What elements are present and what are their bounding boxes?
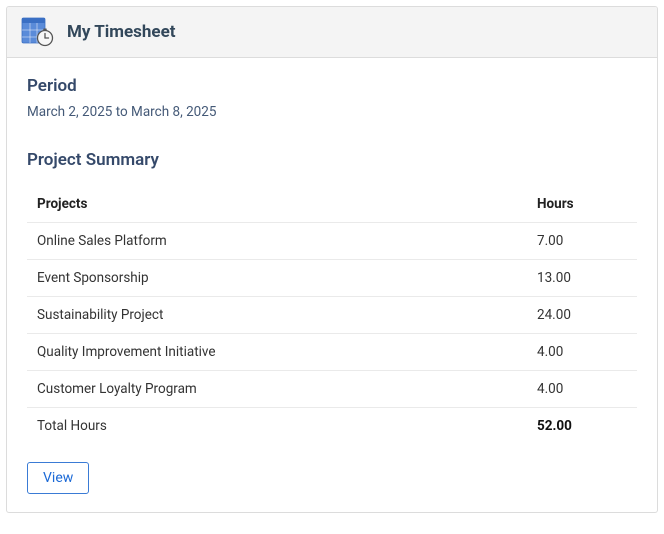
hours-cell: 4.00 bbox=[527, 334, 637, 371]
project-summary-table: Projects Hours Online Sales Platform7.00… bbox=[27, 188, 637, 444]
project-cell: Quality Improvement Initiative bbox=[27, 334, 527, 371]
table-header-row: Projects Hours bbox=[27, 188, 637, 223]
hours-cell: 24.00 bbox=[527, 297, 637, 334]
hours-cell: 4.00 bbox=[527, 371, 637, 408]
total-row: Total Hours52.00 bbox=[27, 408, 637, 445]
project-cell: Event Sponsorship bbox=[27, 260, 527, 297]
hours-cell: 13.00 bbox=[527, 260, 637, 297]
timesheet-card: My Timesheet Period March 2, 2025 to Mar… bbox=[6, 6, 658, 513]
view-button[interactable]: View bbox=[27, 462, 89, 494]
project-cell: Sustainability Project bbox=[27, 297, 527, 334]
period-value: March 2, 2025 to March 8, 2025 bbox=[27, 104, 637, 120]
hours-cell: 7.00 bbox=[527, 223, 637, 260]
project-cell: Customer Loyalty Program bbox=[27, 371, 527, 408]
project-cell: Online Sales Platform bbox=[27, 223, 527, 260]
table-row: Sustainability Project24.00 bbox=[27, 297, 637, 334]
table-row: Quality Improvement Initiative4.00 bbox=[27, 334, 637, 371]
total-hours: 52.00 bbox=[527, 408, 637, 445]
column-hours: Hours bbox=[527, 188, 637, 223]
total-label: Total Hours bbox=[27, 408, 527, 445]
card-body: Period March 2, 2025 to March 8, 2025 Pr… bbox=[7, 58, 657, 512]
period-label: Period bbox=[27, 76, 637, 96]
card-header: My Timesheet bbox=[7, 7, 657, 58]
summary-title: Project Summary bbox=[27, 150, 637, 170]
column-projects: Projects bbox=[27, 188, 527, 223]
timesheet-icon bbox=[21, 17, 55, 47]
table-row: Customer Loyalty Program4.00 bbox=[27, 371, 637, 408]
card-title: My Timesheet bbox=[67, 22, 176, 42]
table-row: Online Sales Platform7.00 bbox=[27, 223, 637, 260]
table-row: Event Sponsorship13.00 bbox=[27, 260, 637, 297]
